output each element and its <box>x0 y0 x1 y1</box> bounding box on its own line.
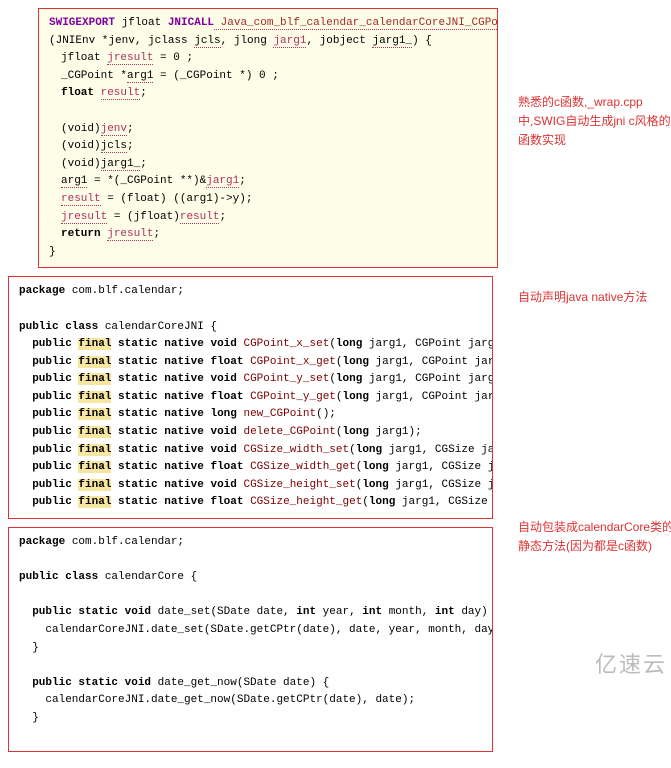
code-block-jni: package com.blf.calendar; public class c… <box>8 276 493 519</box>
page-root: 熟悉的c函数,_wrap.cpp中,SWIG自动生成jni c风格的函数实现 自… <box>8 8 671 752</box>
code-block-cpp: SWIGEXPORT jfloat JNICALL Java_com_blf_c… <box>38 8 498 268</box>
annotation-2: 自动声明java native方法 <box>518 288 671 307</box>
code-block-java: package com.blf.calendar; public class c… <box>8 527 493 752</box>
watermark: 亿速云 <box>595 647 667 679</box>
macro: SWIGEXPORT <box>49 17 115 29</box>
annotation-3: 自动包装成calendarCore类的静态方法(因为都是c函数) <box>518 518 671 556</box>
annotation-1: 熟悉的c函数,_wrap.cpp中,SWIG自动生成jni c风格的函数实现 <box>518 93 671 151</box>
